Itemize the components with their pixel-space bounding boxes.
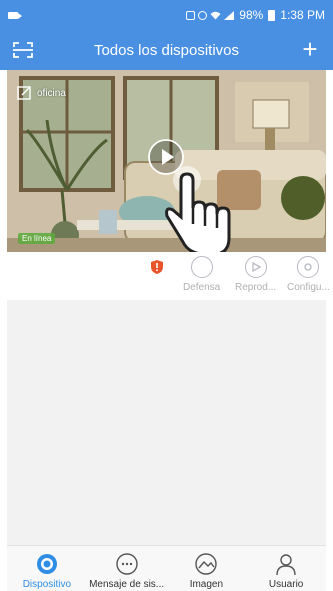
- camera-card[interactable]: oficina En línea: [7, 70, 326, 252]
- status-bar: 98% 1:38 PM: [0, 0, 333, 30]
- battery-icon: [268, 9, 276, 21]
- scan-icon[interactable]: [12, 40, 34, 60]
- settings-label: Configu...: [287, 282, 330, 293]
- defense-button[interactable]: Defensa: [183, 256, 220, 293]
- signal-icon: [224, 10, 235, 20]
- message-icon: [115, 553, 138, 575]
- online-status-badge: En línea: [18, 233, 56, 244]
- device-list-empty-area: [7, 300, 326, 545]
- playback-icon: [244, 256, 267, 278]
- tab-imagen[interactable]: Imagen: [167, 546, 247, 591]
- video-notification-icon: [8, 11, 22, 19]
- settings-button[interactable]: Configu...: [287, 256, 330, 293]
- user-icon: [276, 554, 296, 576]
- defense-icon: [190, 256, 213, 278]
- camera-icon: [36, 554, 57, 574]
- add-device-button[interactable]: +: [299, 36, 321, 62]
- tab-usuario[interactable]: Usuario: [246, 546, 326, 591]
- image-icon: [195, 553, 218, 575]
- device-name-row: oficina: [17, 86, 66, 100]
- tab-mensaje-label: Mensaje de sis...: [89, 579, 165, 590]
- alert-shield-icon: [151, 260, 163, 274]
- tab-mensaje[interactable]: Mensaje de sis...: [87, 546, 167, 591]
- page-title: Todos los dispositivos: [93, 41, 240, 59]
- device-name: oficina: [37, 87, 66, 99]
- edit-icon[interactable]: [17, 86, 31, 100]
- tab-usuario-label: Usuario: [268, 579, 304, 590]
- battery-percent: 98%: [239, 8, 264, 22]
- nfc-icon: [186, 10, 196, 20]
- bottom-tab-bar: Dispositivo Mensaje de sis... Imagen Usu…: [7, 545, 326, 591]
- tap-gesture-hand-icon: [165, 166, 231, 252]
- playback-label: Reprod...: [235, 282, 277, 293]
- defense-label: Defensa: [183, 282, 221, 293]
- settings-icon: [297, 256, 320, 278]
- app-header: Todos los dispositivos +: [0, 30, 333, 70]
- clock: 1:38 PM: [280, 8, 325, 22]
- playback-button[interactable]: Reprod...: [235, 256, 276, 293]
- device-actions-row: Defensa Reprod... Configu...: [7, 252, 330, 300]
- tab-dispositivo-label: Dispositivo: [22, 579, 72, 590]
- tab-imagen-label: Imagen: [189, 579, 224, 590]
- tab-dispositivo[interactable]: Dispositivo: [7, 546, 87, 591]
- wifi-icon: [210, 11, 221, 19]
- alarm-icon: [198, 10, 208, 20]
